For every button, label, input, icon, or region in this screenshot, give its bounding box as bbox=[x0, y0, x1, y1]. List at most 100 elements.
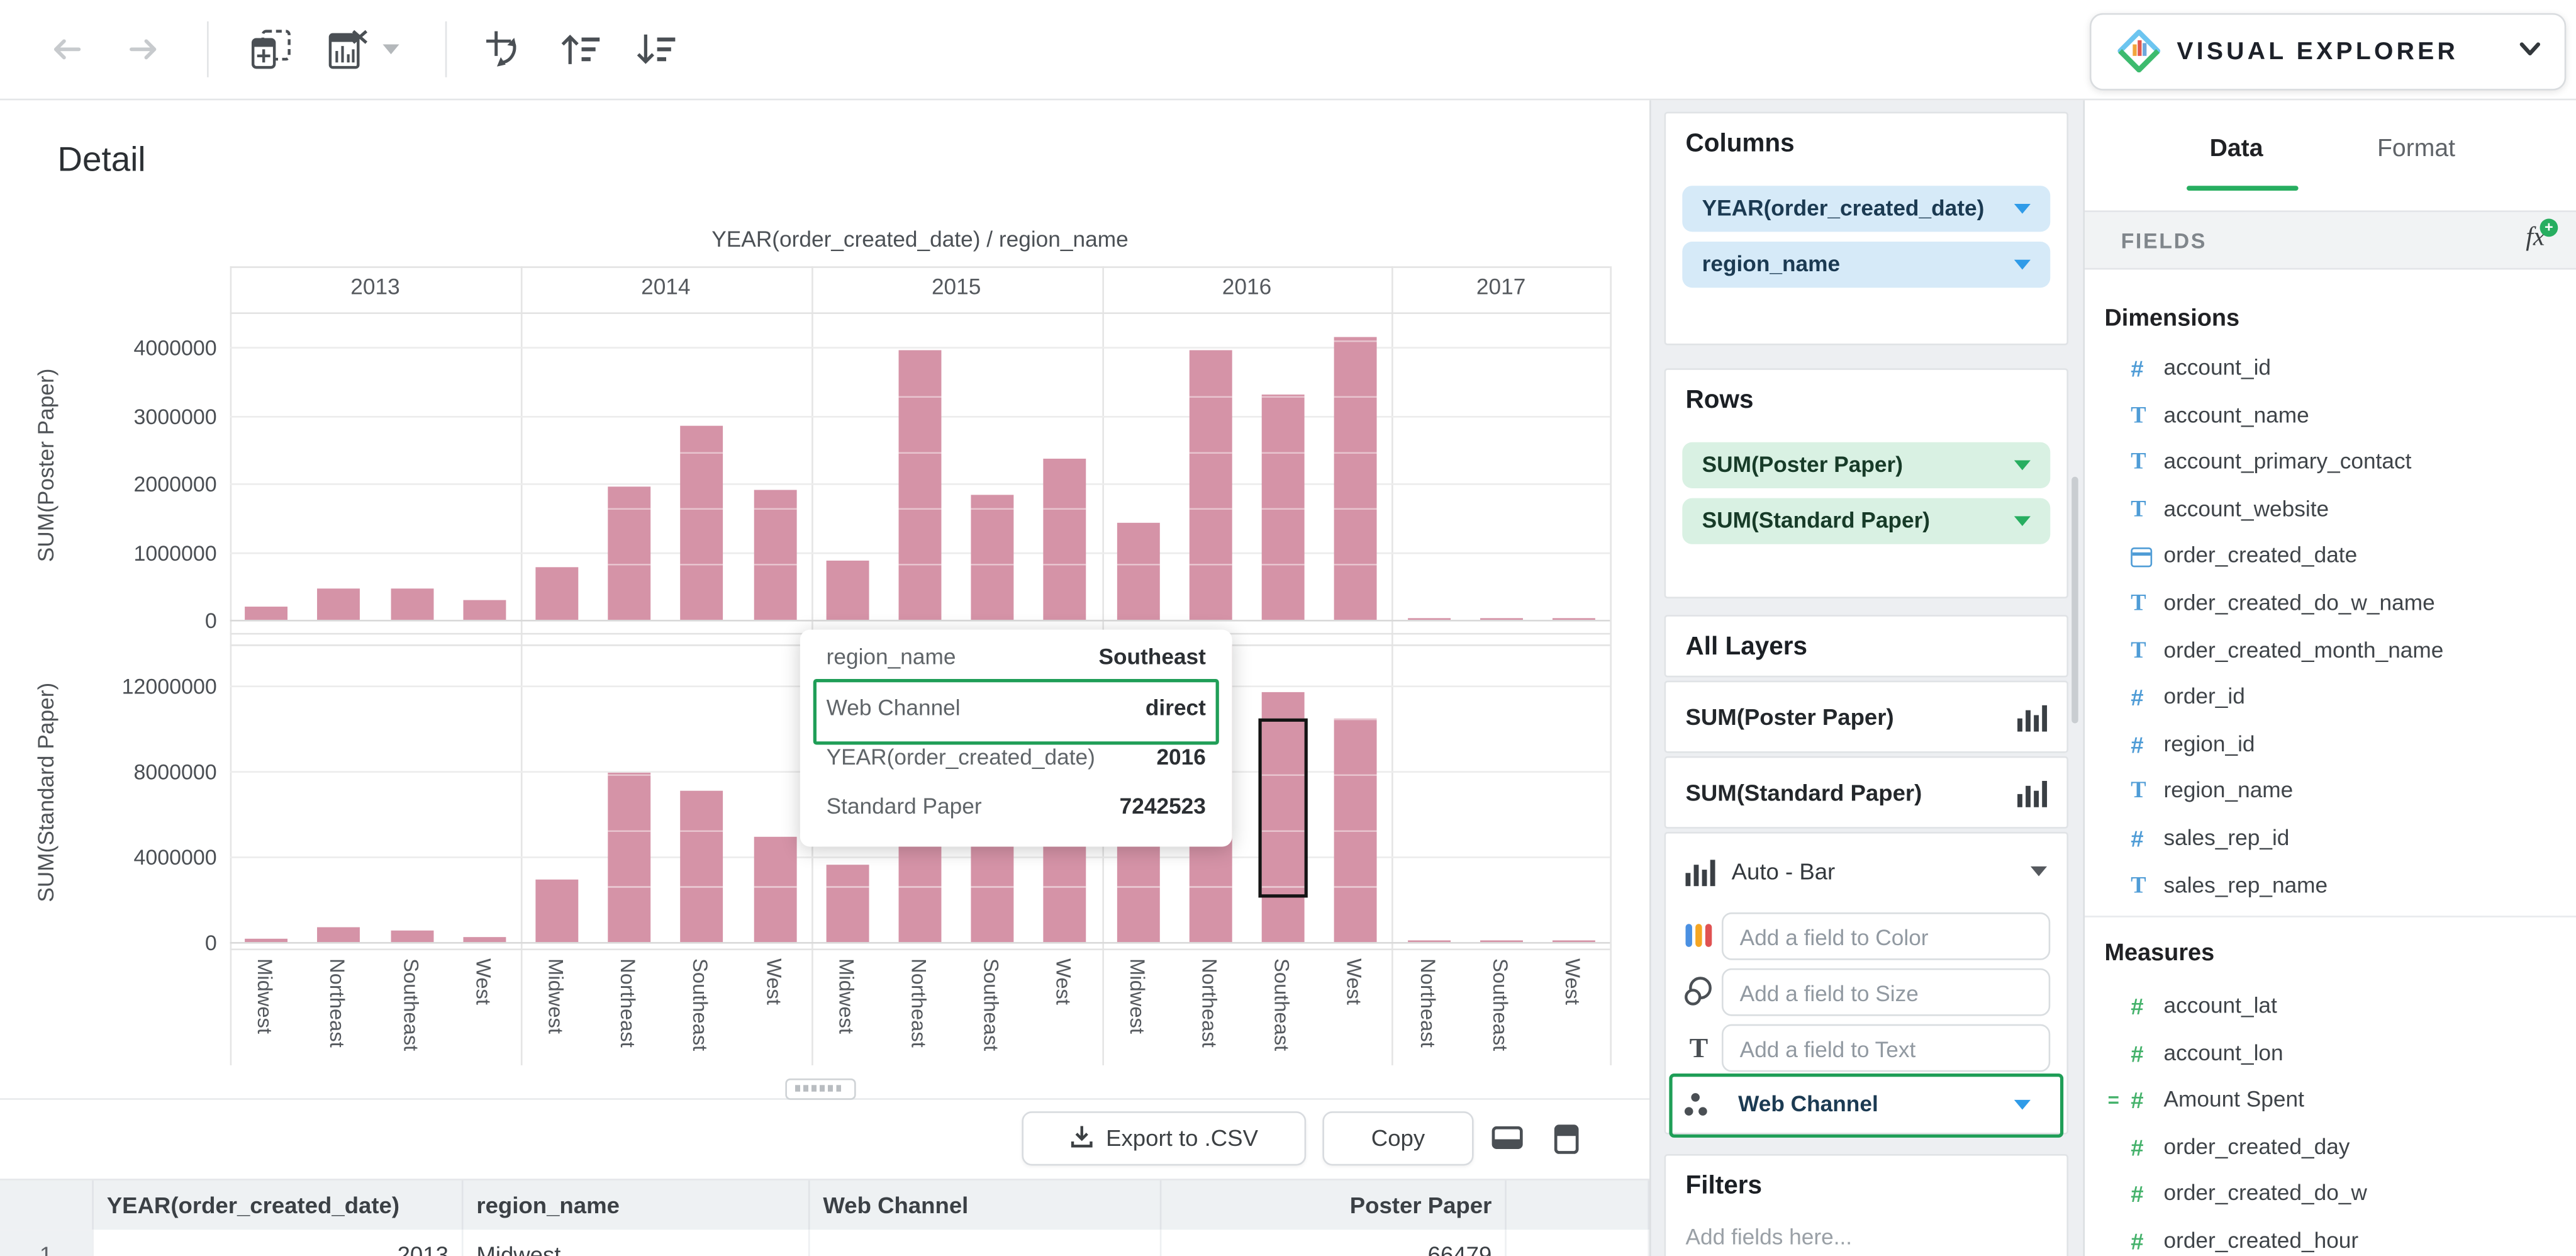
swap-axes-icon[interactable] bbox=[483, 28, 526, 70]
columns-pill-year[interactable]: YEAR(order_created_date) bbox=[1682, 186, 2050, 232]
bar-mark-2015-Midwest[interactable] bbox=[826, 865, 869, 942]
expand-panel-icon[interactable] bbox=[1554, 1124, 1581, 1156]
pill-caret-icon[interactable] bbox=[2014, 204, 2031, 214]
field-item-region_id[interactable]: #region_id bbox=[2085, 721, 2576, 768]
field-item-order_created_do_w[interactable]: #order_created_do_w bbox=[2085, 1171, 2576, 1218]
field-item-account_lon[interactable]: #account_lon bbox=[2085, 1030, 2576, 1077]
field-item-order_created_do_w_name[interactable]: Torder_created_do_w_name bbox=[2085, 580, 2576, 627]
field-item-sales_rep_name[interactable]: Tsales_rep_name bbox=[2085, 863, 2576, 910]
bar-mark-2013-Southeast[interactable] bbox=[390, 588, 433, 620]
pill-caret-icon[interactable] bbox=[2014, 1100, 2031, 1110]
color-well[interactable]: Add a field to Color bbox=[1722, 912, 2050, 960]
pill-caret-icon[interactable] bbox=[2014, 461, 2031, 471]
field-item-account_website[interactable]: Taccount_website bbox=[2085, 486, 2576, 534]
bar-mark-2014-Midwest[interactable] bbox=[535, 566, 578, 620]
table-row[interactable]: 12013Midwest66479 bbox=[0, 1230, 1649, 1256]
field-item-account_lat[interactable]: #account_lat bbox=[2085, 983, 2576, 1030]
bar-mark-2017-Northeast[interactable] bbox=[1407, 939, 1450, 942]
table-header-cell[interactable]: YEAR(order_created_date) bbox=[94, 1180, 464, 1231]
bar-mark-2013-West[interactable] bbox=[463, 600, 506, 620]
bar-mark-2014-West[interactable] bbox=[754, 838, 796, 942]
bar-mark-2014-Northeast[interactable] bbox=[608, 487, 651, 620]
field-item-account_name[interactable]: Taccount_name bbox=[2085, 392, 2576, 439]
bar-mark-2013-Midwest[interactable] bbox=[245, 607, 287, 620]
copy-button[interactable]: Copy bbox=[1322, 1111, 1473, 1165]
field-item-sales_rep_id[interactable]: #sales_rep_id bbox=[2085, 816, 2576, 863]
table-header-cell[interactable] bbox=[0, 1180, 94, 1231]
columns-pill-region[interactable]: region_name bbox=[1682, 242, 2050, 288]
sort-ascending-icon[interactable] bbox=[559, 28, 601, 70]
chevron-down-icon[interactable] bbox=[2519, 41, 2542, 57]
field-item-Amount_Spent[interactable]: =#Amount Spent bbox=[2085, 1077, 2576, 1124]
bar-mark-2017-Southeast[interactable] bbox=[1480, 939, 1522, 942]
back-arrow-icon[interactable] bbox=[46, 28, 89, 70]
bar-mark-2017-West[interactable] bbox=[1553, 939, 1595, 942]
export-csv-button[interactable]: Export to .CSV bbox=[1022, 1111, 1306, 1165]
bar-mark-2016-West[interactable] bbox=[1334, 717, 1377, 942]
field-item-account_primary_contact[interactable]: Taccount_primary_contact bbox=[2085, 439, 2576, 486]
bar-mark-2013-Northeast[interactable] bbox=[318, 927, 360, 942]
bar-mark-2015-Midwest[interactable] bbox=[826, 560, 869, 620]
bar-mark-2013-Midwest[interactable] bbox=[245, 939, 287, 942]
table-header-cell[interactable]: Poster Paper bbox=[1161, 1180, 1506, 1231]
bar-mark-2017-Northeast[interactable] bbox=[1407, 617, 1450, 620]
bar-mark-2013-Northeast[interactable] bbox=[318, 589, 360, 620]
resize-grip-handle[interactable] bbox=[785, 1079, 856, 1100]
table-header-cell[interactable] bbox=[1507, 1180, 1649, 1231]
layer-row-standard[interactable]: SUM(Standard Paper) bbox=[1664, 756, 2068, 829]
pill-caret-icon[interactable] bbox=[2014, 516, 2031, 526]
field-item-order_created_hour[interactable]: #order_created_hour bbox=[2085, 1218, 2576, 1256]
collapse-panel-icon[interactable] bbox=[1492, 1124, 1524, 1151]
x-tick-label: Midwest bbox=[544, 958, 567, 1034]
bar-mark-2016-Midwest[interactable] bbox=[1117, 523, 1159, 620]
pill-caret-icon[interactable] bbox=[2014, 260, 2031, 270]
rows-shelf: Rows SUM(Poster Paper) SUM(Standard Pape… bbox=[1664, 368, 2068, 598]
table-header-cell[interactable]: region_name bbox=[463, 1180, 810, 1231]
remove-chart-caret-icon[interactable] bbox=[383, 45, 399, 55]
tab-data[interactable]: Data bbox=[2210, 135, 2263, 162]
bar-mark-2013-West[interactable] bbox=[463, 938, 506, 942]
field-item-order_id[interactable]: #order_id bbox=[2085, 675, 2576, 722]
bar-mark-2014-Southeast[interactable] bbox=[681, 425, 723, 620]
add-calculated-field-icon[interactable]: fx+ bbox=[2526, 223, 2545, 253]
size-well[interactable]: Add a field to Size bbox=[1722, 968, 2050, 1016]
rows-pill-standard[interactable]: SUM(Standard Paper) bbox=[1682, 498, 2050, 544]
bar-mark-2017-Southeast[interactable] bbox=[1480, 617, 1522, 620]
bar-mark-2015-West[interactable] bbox=[1044, 459, 1086, 620]
bar-mark-2015-Southeast[interactable] bbox=[971, 494, 1014, 620]
mark-type-select[interactable]: Auto - Bar bbox=[1666, 846, 2066, 895]
bar-mark-2015-Northeast[interactable] bbox=[899, 350, 942, 620]
bar-mark-2013-Southeast[interactable] bbox=[390, 930, 433, 942]
field-item-order_created_date[interactable]: order_created_date bbox=[2085, 534, 2576, 581]
scrollbar-thumb[interactable] bbox=[2071, 477, 2078, 724]
bar-mark-2014-West[interactable] bbox=[754, 490, 796, 620]
sort-descending-icon[interactable] bbox=[634, 28, 677, 70]
selected-bar-outline[interactable] bbox=[1259, 717, 1308, 897]
filters-placeholder[interactable]: Add fields here... bbox=[1686, 1225, 1853, 1249]
field-item-order_created_month_name[interactable]: Torder_created_month_name bbox=[2085, 627, 2576, 675]
x-tick-label: Northeast bbox=[1197, 958, 1220, 1048]
field-item-account_id[interactable]: #account_id bbox=[2085, 345, 2576, 393]
field-item-order_created_day[interactable]: #order_created_day bbox=[2085, 1124, 2576, 1171]
bar-mark-2017-West[interactable] bbox=[1553, 617, 1595, 620]
remove-chart-icon[interactable] bbox=[325, 28, 368, 70]
bar-mark-2016-West[interactable] bbox=[1334, 337, 1377, 620]
field-item-region_name[interactable]: Tregion_name bbox=[2085, 768, 2576, 816]
select-caret-icon[interactable] bbox=[2031, 866, 2047, 877]
bar-mark-2014-Northeast[interactable] bbox=[608, 773, 651, 942]
visual-explorer-menu-button[interactable]: VISUAL EXPLORER bbox=[2090, 13, 2566, 91]
forward-arrow-icon[interactable] bbox=[121, 28, 164, 70]
detail-well[interactable]: Web Channel bbox=[1722, 1080, 2050, 1128]
bar-mark-2014-Midwest[interactable] bbox=[535, 880, 578, 942]
rows-pill-poster[interactable]: SUM(Poster Paper) bbox=[1682, 442, 2050, 488]
bar-mark-2016-Southeast[interactable] bbox=[1262, 395, 1305, 620]
text-well[interactable]: Add a field to Text bbox=[1722, 1024, 2050, 1072]
bar-mark-2014-Southeast[interactable] bbox=[681, 790, 723, 942]
add-chart-icon[interactable] bbox=[250, 28, 293, 70]
table-header-row: YEAR(order_created_date)region_nameWeb C… bbox=[0, 1179, 1649, 1233]
table-header-cell[interactable]: Web Channel bbox=[810, 1180, 1162, 1231]
number-field-icon: # bbox=[2131, 1089, 2155, 1113]
layer-row-poster[interactable]: SUM(Poster Paper) bbox=[1664, 681, 2068, 753]
tab-format[interactable]: Format bbox=[2377, 135, 2455, 162]
bar-mark-2016-Northeast[interactable] bbox=[1189, 350, 1232, 620]
